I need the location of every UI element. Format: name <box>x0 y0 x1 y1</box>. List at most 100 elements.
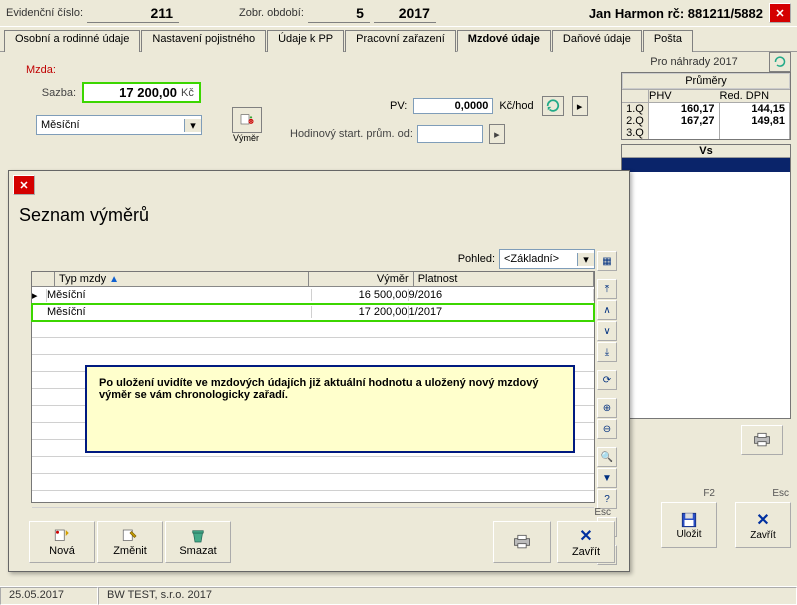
status-date: 25.05.2017 <box>0 587 98 605</box>
main-button-bar: F2 Uložit Esc ✕ Zavřít <box>661 502 791 548</box>
hourly-start-input[interactable] <box>417 125 483 143</box>
dialog-title: Seznam výměrů <box>19 181 629 226</box>
dialog-close-button[interactable]: ✕ Zavřít <box>557 521 615 563</box>
grid-row-empty <box>32 338 594 355</box>
chevron-down-icon[interactable]: ▾ <box>184 119 201 132</box>
tab-assignment[interactable]: Pracovní zařazení <box>345 30 456 52</box>
x-icon: ✕ <box>756 510 769 530</box>
zoom-out-icon[interactable]: ⊖ <box>597 419 617 439</box>
pohled-combo[interactable]: <Základní> ▾ <box>499 249 595 269</box>
edit-button[interactable]: Změnit <box>97 521 163 563</box>
dialog-close-icon[interactable]: ✕ <box>13 175 35 195</box>
tab-mail[interactable]: Pošta <box>643 30 693 52</box>
close-button-main[interactable]: ✕ Zavřít <box>735 502 791 548</box>
col-amount[interactable]: Výměr <box>309 272 414 286</box>
averages-row: 3.Q <box>622 127 790 139</box>
grid-row[interactable]: Měsíční 17 200,00 1/2017 <box>32 304 594 321</box>
col-red: Red. DPN <box>720 90 791 102</box>
col-valid[interactable]: Platnost <box>414 272 594 286</box>
disk-icon <box>679 511 699 529</box>
tab-pp[interactable]: Údaje k PP <box>267 30 344 52</box>
right-panel: Pro náhrady 2017 Průměry PHV Red. DPN 1.… <box>621 52 791 455</box>
evid-value: 211 <box>87 4 179 23</box>
rate-label: Sazba: <box>36 87 76 99</box>
pv-recalc-button[interactable] <box>542 96 564 116</box>
dialog-close-shortcut: Esc <box>594 507 611 518</box>
nahrady-refresh[interactable] <box>769 52 791 72</box>
vymer-button[interactable] <box>232 107 262 133</box>
averages-table: Průměry PHV Red. DPN 1.Q 160,17 144,15 2… <box>621 72 791 140</box>
refresh-icon <box>546 99 560 113</box>
status-bar: 25.05.2017 BW TEST, s.r.o. 2017 <box>0 586 797 605</box>
hourly-start-row: Hodinový start. prům. od: ▸ <box>290 124 505 144</box>
pohled-value: <Základní> <box>504 253 559 265</box>
period-year: 2017 <box>374 4 436 23</box>
up-icon[interactable]: ∧ <box>597 300 617 320</box>
delete-label: Smazat <box>179 545 216 557</box>
pohled-label: Pohled: <box>458 253 495 265</box>
vs-body <box>622 158 790 418</box>
tab-wage[interactable]: Mzdové údaje <box>457 30 551 52</box>
status-company: BW TEST, s.r.o. 2017 <box>98 587 797 605</box>
delete-button[interactable]: Smazat <box>165 521 231 563</box>
save-label: Uložit <box>676 529 701 540</box>
dialog-print-button[interactable] <box>493 521 551 563</box>
printer-icon <box>750 430 774 450</box>
evid-label: Evidenční číslo: <box>6 7 83 19</box>
tab-tax[interactable]: Daňové údaje <box>552 30 642 52</box>
row-marker-icon: ▸ <box>32 289 47 302</box>
first-icon[interactable]: ⤒ <box>597 279 617 299</box>
close-shortcut: Esc <box>772 488 789 499</box>
period-month: 5 <box>308 4 370 23</box>
save-button[interactable]: Uložit <box>661 502 717 548</box>
trash-icon <box>187 527 209 545</box>
edit-sheet-icon <box>119 527 141 545</box>
down-icon[interactable]: ∨ <box>597 321 617 341</box>
last-icon[interactable]: ⤓ <box>597 342 617 362</box>
star-sheet-icon <box>238 112 256 128</box>
window-header: Evidenční číslo: 211 Zobr. období: 5 201… <box>0 0 797 27</box>
period-group: Zobr. období: 5 2017 <box>239 4 436 23</box>
refresh-icon <box>774 56 786 68</box>
grid-row[interactable]: ▸ Měsíční 16 500,00 9/2016 <box>32 287 594 304</box>
vymer-label: Výměr <box>233 133 259 143</box>
save-shortcut: F2 <box>703 488 715 499</box>
close-button[interactable]: ✕ <box>769 3 791 23</box>
refresh-icon[interactable]: ⟳ <box>597 370 617 390</box>
close-label-main: Zavřít <box>750 530 776 541</box>
info-note: Po uložení uvidíte ve mzdových údajích j… <box>85 365 575 453</box>
pv-next-button[interactable]: ▸ <box>572 96 588 116</box>
sort-asc-icon: ▲ <box>109 274 119 285</box>
pv-value: 0,0000 <box>413 98 493 114</box>
tab-insurance[interactable]: Nastavení pojistného <box>141 30 266 52</box>
hourly-start-label: Hodinový start. prům. od: <box>290 128 413 140</box>
help-icon[interactable]: ? <box>597 489 617 509</box>
main-window: Evidenční číslo: 211 Zobr. období: 5 201… <box>0 0 797 605</box>
filter-icon[interactable]: ▼ <box>597 468 617 488</box>
wage-type-combo[interactable]: Měsíční ▾ <box>36 115 202 135</box>
print-button[interactable] <box>741 425 783 455</box>
averages-row: 1.Q 160,17 144,15 <box>622 103 790 115</box>
grid-row-empty <box>32 457 594 474</box>
col-phv: PHV <box>649 90 720 102</box>
grid-row-empty <box>32 474 594 491</box>
zoom-in-icon[interactable]: ⊕ <box>597 398 617 418</box>
tab-bar: Osobní a rodinné údaje Nastavení pojistn… <box>0 27 797 52</box>
x-icon: ✕ <box>579 526 592 546</box>
new-button[interactable]: Nová <box>29 521 95 563</box>
dialog-button-bar: Nová Změnit Smazat <box>29 521 615 563</box>
col-type[interactable]: Typ mzdy ▲ <box>55 272 309 286</box>
rate-currency: Kč <box>179 87 196 99</box>
tab-personal[interactable]: Osobní a rodinné údaje <box>4 30 140 52</box>
chevron-down-icon[interactable]: ▾ <box>577 253 594 266</box>
new-label: Nová <box>49 545 75 557</box>
rate-value: 17 200,00 <box>87 85 179 100</box>
hourly-next-button[interactable]: ▸ <box>489 124 505 144</box>
grid-header: Typ mzdy ▲ Výměr Platnost <box>32 272 594 287</box>
pv-row: PV: 0,0000 Kč/hod ▸ <box>390 96 588 116</box>
find-icon[interactable]: 🔍 <box>597 447 617 467</box>
edit-label: Změnit <box>113 545 147 557</box>
columns-icon[interactable]: ▦ <box>597 251 617 271</box>
vs-selected-row[interactable] <box>622 158 790 172</box>
grid-selector-col <box>32 272 55 286</box>
